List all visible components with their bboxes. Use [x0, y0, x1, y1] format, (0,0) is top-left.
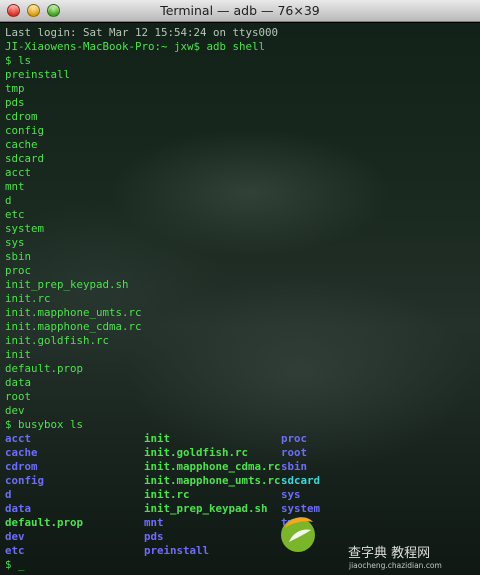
listing-column: init init.goldfish.rc init.mapphone_cdma.r… [144, 432, 281, 558]
leaf-logo-icon [281, 517, 315, 552]
listing-entry: cdrom [5, 460, 38, 473]
terminal-line: tmp [5, 82, 25, 95]
listing-entry: init.rc [144, 488, 190, 501]
terminal-line: cdrom [5, 110, 38, 123]
terminal-line: init [5, 348, 32, 361]
terminal-line: system [5, 222, 45, 235]
listing-entry: acct [5, 432, 32, 445]
terminal-line: $ busybox ls [5, 418, 84, 431]
terminal-line: sys [5, 236, 25, 249]
window-title: Terminal — adb — 76×39 [160, 3, 320, 18]
terminal-line: init.goldfish.rc [5, 334, 110, 347]
terminal-line: sdcard [5, 152, 45, 165]
listing-entry: cache [5, 446, 38, 459]
terminal-line: proc [5, 264, 32, 277]
listing-entry: d [5, 488, 12, 501]
terminal-line: cache [5, 138, 38, 151]
listing-entry: dev [5, 530, 25, 543]
terminal-line: mnt [5, 180, 25, 193]
terminal-line: config [5, 124, 45, 137]
terminal-line: default.prop [5, 362, 84, 375]
listing-entry: init_prep_keypad.sh [144, 502, 268, 515]
listing-entry: sys [281, 488, 301, 501]
terminal-line: pds [5, 96, 25, 109]
terminal-line: root [5, 390, 32, 403]
terminal-line: acct [5, 166, 32, 179]
terminal-line: d [5, 194, 12, 207]
shell-prompt[interactable]: $ _ [5, 558, 25, 572]
terminal-line: preinstall [5, 68, 71, 81]
listing-entry: mnt [144, 516, 164, 529]
terminal-window: Terminal — adb — 76×39 Last login: Sat M… [0, 0, 480, 575]
busybox-listing: acct cache cdrom config d data default.prop dev… [5, 432, 401, 558]
terminal-output: Last login: Sat Mar 12 15:54:24 on ttys0… [5, 26, 278, 432]
terminal-line: init_prep_keypad.sh [5, 278, 129, 291]
listing-entry: config [5, 474, 45, 487]
terminal-line: init.mapphone_cdma.rc [5, 320, 142, 333]
watermark-url: jiaocheng.chazidian.com [349, 561, 442, 570]
listing-entry: preinstall [144, 544, 210, 557]
terminal-line: JI-Xiaowens-MacBook-Pro:~ jxw$ adb shell [5, 40, 266, 53]
title-bar[interactable]: Terminal — adb — 76×39 [0, 0, 480, 22]
listing-entry: pds [144, 530, 164, 543]
listing-entry: etc [5, 544, 25, 557]
terminal-line: init.rc [5, 292, 51, 305]
terminal-line: $ ls [5, 54, 32, 67]
listing-entry: sbin [281, 460, 308, 473]
listing-entry: proc [281, 432, 308, 445]
listing-entry: init.mapphone_umts.rc [144, 474, 281, 487]
listing-entry: root [281, 446, 308, 459]
listing-column: acct cache cdrom config d data default.prop dev… [5, 432, 144, 558]
terminal-content[interactable]: Last login: Sat Mar 12 15:54:24 on ttys0… [0, 23, 480, 575]
watermark-brand: 查字典 教程网 [348, 546, 431, 561]
listing-entry: sdcard [281, 474, 321, 487]
listing-entry: init.goldfish.rc [144, 446, 249, 459]
listing-entry: init [144, 432, 171, 445]
listing-entry: default.prop [5, 516, 84, 529]
terminal-line: etc [5, 208, 25, 221]
listing-entry: init.mapphone_cdma.rc [144, 460, 281, 473]
listing-entry: data [5, 502, 32, 515]
terminal-line: init.mapphone_umts.rc [5, 306, 142, 319]
terminal-line: dev [5, 404, 25, 417]
terminal-line: sbin [5, 250, 32, 263]
terminal-line: Last login: Sat Mar 12 15:54:24 on ttys0… [5, 26, 279, 39]
terminal-line: data [5, 376, 32, 389]
